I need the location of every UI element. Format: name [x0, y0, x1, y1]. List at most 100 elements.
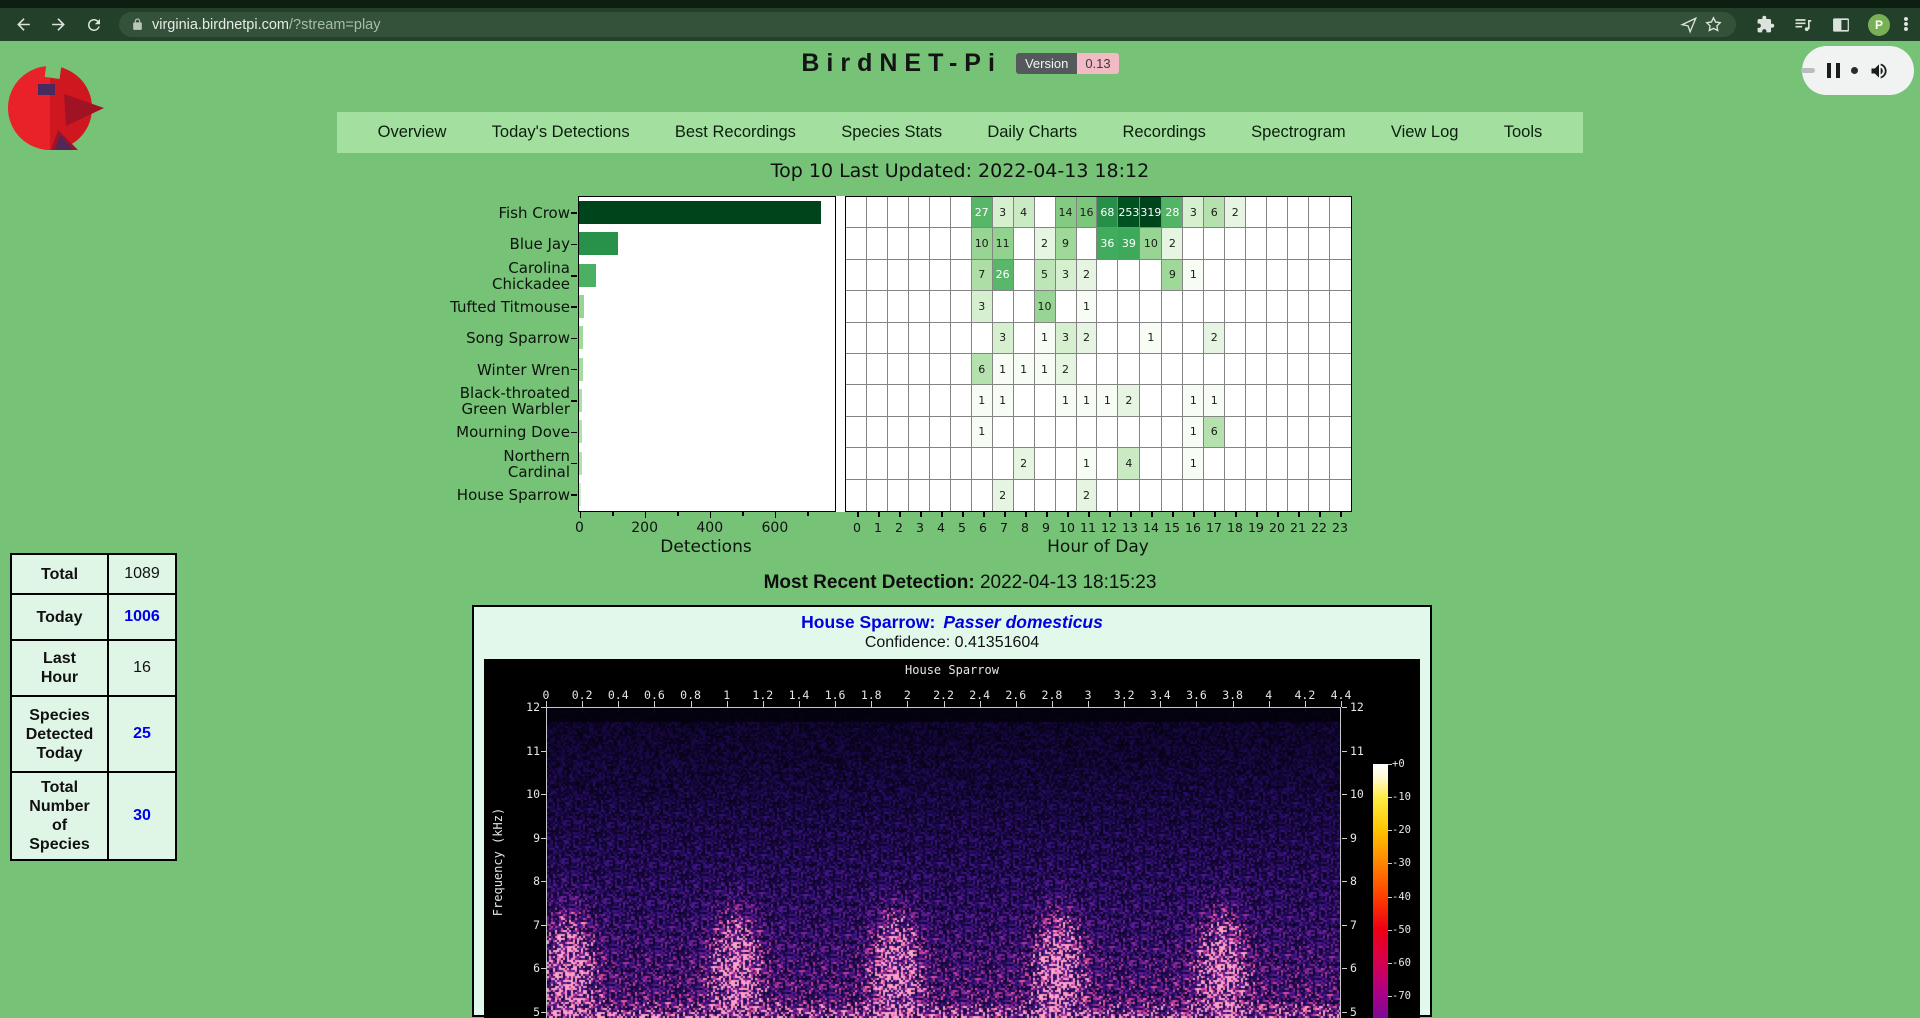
top10-heading: Top 10 Last Updated: 2022-04-13 18:12 — [0, 160, 1920, 182]
spec-x-tick-label: 3 — [1085, 688, 1092, 702]
nav-item-overview[interactable]: Overview — [378, 123, 447, 142]
heatmap-cell — [1246, 417, 1267, 448]
spec-y-tick — [541, 751, 546, 752]
heatmap-cell — [1204, 448, 1225, 479]
audio-scrubber[interactable] — [1851, 67, 1858, 74]
heatmap-cell — [1330, 417, 1351, 448]
heatmap-cell — [1014, 480, 1035, 511]
heatmap-cell: 1 — [1183, 385, 1204, 416]
heatmap-cell — [1309, 228, 1330, 259]
heatmap-cell — [846, 448, 867, 479]
detection-species-link[interactable]: House Sparrow:Passer domesticus — [474, 612, 1430, 633]
nav-item-daily-charts[interactable]: Daily Charts — [987, 123, 1077, 142]
nav-item-best-recordings[interactable]: Best Recordings — [675, 123, 796, 142]
nav-item-species-stats[interactable]: Species Stats — [841, 123, 942, 142]
profile-avatar[interactable]: P — [1868, 14, 1890, 36]
spec-x-tick-label: 2.2 — [933, 688, 954, 702]
nav-item-today-s-detections[interactable]: Today's Detections — [492, 123, 630, 142]
y-tick — [571, 306, 577, 308]
heatmap-cell: 3 — [1056, 323, 1077, 354]
heatmap-cell — [1077, 228, 1098, 259]
heatmap-cell — [888, 228, 909, 259]
side-panel-icon[interactable] — [1830, 14, 1852, 36]
heatmap-cell — [951, 448, 972, 479]
bar-song-sparrow — [579, 326, 583, 349]
forward-icon[interactable] — [49, 14, 68, 36]
heatmap-cell — [909, 385, 930, 416]
stats-value[interactable]: 1006 — [108, 594, 176, 640]
hour-tick-label: 15 — [1164, 520, 1180, 535]
extensions-puzzle-icon[interactable] — [1754, 14, 1776, 36]
heatmap-cell: 1 — [1097, 385, 1118, 416]
volume-icon[interactable] — [1869, 61, 1889, 81]
spec-x-tick — [1305, 701, 1306, 707]
heatmap-cell — [1330, 260, 1351, 291]
hour-tick — [1319, 512, 1321, 517]
heatmap-cell — [1035, 385, 1056, 416]
hour-tick-label: 16 — [1185, 520, 1201, 535]
spec-x-tick — [799, 701, 800, 707]
media-playlist-icon[interactable] — [1792, 14, 1814, 36]
send-icon[interactable] — [1678, 14, 1700, 36]
heatmap-cell — [846, 417, 867, 448]
heatmap-cell — [1162, 480, 1183, 511]
nav-item-spectrogram[interactable]: Spectrogram — [1251, 123, 1345, 142]
heatmap-cell — [1097, 480, 1118, 511]
hour-tick-label: 17 — [1206, 520, 1222, 535]
spec-x-tick — [654, 701, 655, 707]
spec-x-tick-label: 3.6 — [1186, 688, 1207, 702]
heatmap-cell — [888, 197, 909, 228]
hour-tick — [899, 512, 901, 517]
heatmap-cell — [867, 385, 888, 416]
spec-y-tick-label-right: 9 — [1350, 831, 1357, 845]
heatmap-cell: 11 — [993, 228, 1014, 259]
heatmap-cell — [846, 323, 867, 354]
spec-x-tick-label: 1.2 — [752, 688, 773, 702]
address-bar[interactable]: virginia.birdnetpi.com/?stream=play — [119, 12, 1736, 37]
heatmap-cell — [1246, 228, 1267, 259]
nav-item-tools[interactable]: Tools — [1504, 123, 1543, 142]
heatmap-cell — [1267, 228, 1288, 259]
heatmap-cell: 39 — [1118, 228, 1140, 259]
heatmap-cell: 1 — [993, 354, 1014, 385]
spec-x-tick-label: 2.8 — [1042, 688, 1063, 702]
spec-y-tick-right — [1342, 838, 1347, 839]
heatmap-cell: 3 — [972, 291, 993, 322]
y-tick — [571, 400, 577, 402]
hour-tick-label: 23 — [1332, 520, 1348, 535]
colorbar-tick-label: -50 — [1392, 924, 1411, 936]
colorbar-tick — [1388, 797, 1392, 798]
heatmap-cell — [1267, 260, 1288, 291]
audio-player[interactable] — [1802, 46, 1914, 95]
hour-tick-label: 4 — [937, 520, 945, 535]
spectrogram-title: House Sparrow — [484, 663, 1420, 677]
heatmap-cell — [1309, 385, 1330, 416]
heatmap-cell — [1225, 323, 1246, 354]
heatmap-cell — [1330, 228, 1351, 259]
heatmap-cell — [1330, 480, 1351, 511]
hour-tick-label: 7 — [1000, 520, 1008, 535]
browser-toolbar: virginia.birdnetpi.com/?stream=play P ••… — [0, 8, 1920, 41]
back-icon[interactable] — [14, 14, 33, 36]
menu-kebab-icon[interactable]: ••• — [1902, 14, 1910, 36]
spec-y-tick-label-right: 7 — [1350, 918, 1357, 932]
stats-value[interactable]: 30 — [108, 772, 176, 860]
heatmap-cell: 1 — [1183, 260, 1204, 291]
heatmap-cell — [867, 417, 888, 448]
pause-icon[interactable] — [1827, 63, 1840, 78]
hour-tick-label: 19 — [1248, 520, 1264, 535]
nav-item-recordings[interactable]: Recordings — [1122, 123, 1205, 142]
reload-icon[interactable] — [84, 14, 103, 36]
spec-y-tick-label-right: 12 — [1350, 700, 1364, 714]
nav-item-view-log[interactable]: View Log — [1391, 123, 1459, 142]
heatmap-cell — [1077, 354, 1098, 385]
bookmark-star-icon[interactable] — [1702, 14, 1724, 36]
species-label-fish-crow: Fish Crow — [400, 205, 570, 221]
y-tick — [571, 338, 577, 340]
heatmap-cell — [1309, 417, 1330, 448]
most-recent-detection: Most Recent Detection: 2022-04-13 18:15:… — [0, 572, 1920, 594]
stats-value[interactable]: 25 — [108, 696, 176, 772]
hour-tick — [1277, 512, 1279, 517]
lock-icon — [131, 18, 144, 31]
spec-x-tick — [1160, 701, 1161, 707]
